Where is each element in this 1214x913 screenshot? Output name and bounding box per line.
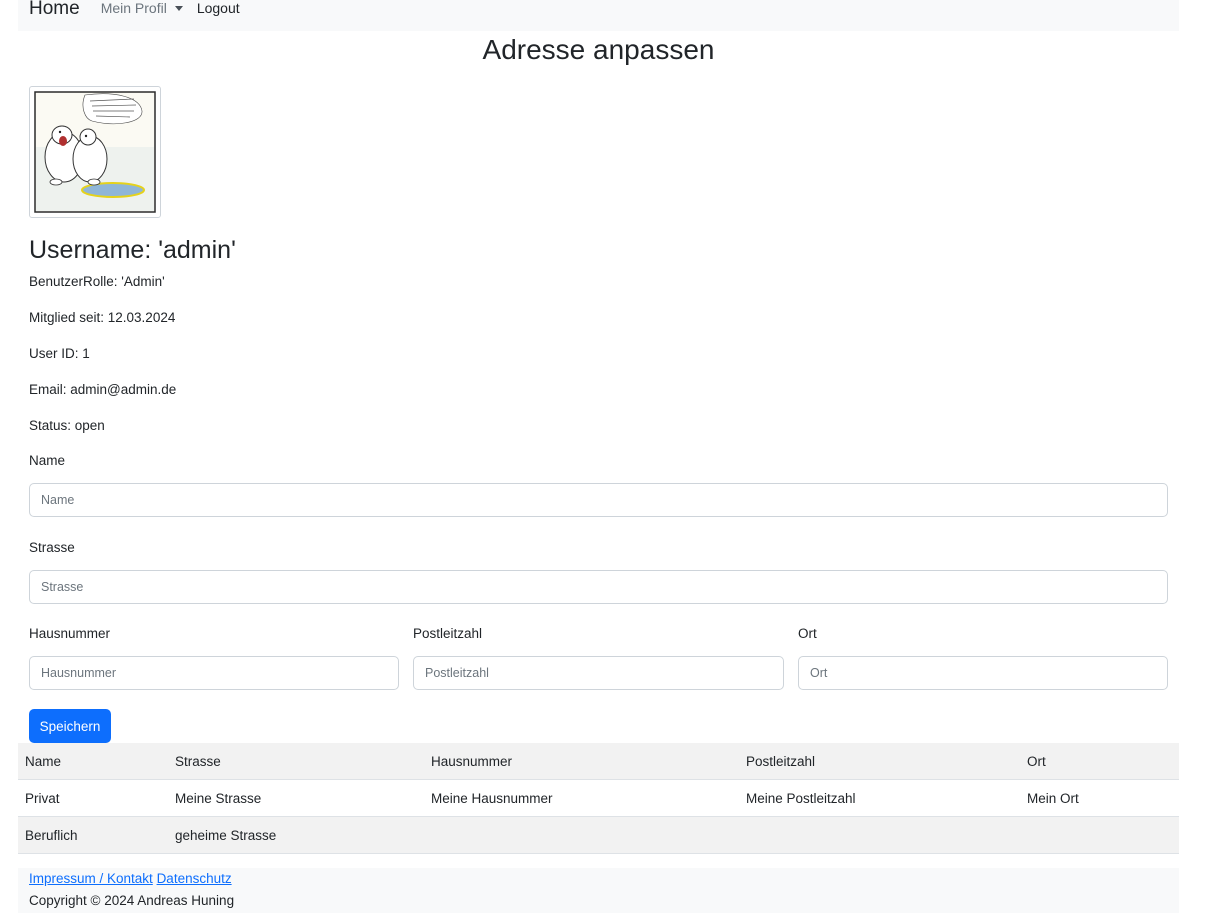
cartoon-image: [34, 91, 156, 213]
footer: Impressum / Kontakt Datenschutz Copyrigh…: [18, 868, 1179, 913]
ort-input[interactable]: [798, 656, 1168, 690]
ort-label: Ort: [798, 626, 817, 641]
column-header: Strasse: [168, 743, 424, 780]
hausnummer-label: Hausnummer: [29, 626, 111, 641]
column-header: Hausnummer: [424, 743, 739, 780]
table-cell: Meine Hausnummer: [424, 779, 739, 817]
table-row: Beruflich geheime Strasse: [18, 816, 1179, 854]
table-cell: Meine Strasse: [168, 779, 424, 817]
user-id: User ID: 1: [29, 346, 90, 361]
postleitzahl-input[interactable]: [413, 656, 784, 690]
table-cell: geheime Strasse: [168, 816, 424, 854]
postleitzahl-label: Postleitzahl: [413, 626, 483, 641]
profile-dropdown[interactable]: Mein Profil: [101, 0, 183, 16]
footer-links: Impressum / Kontakt Datenschutz: [29, 871, 232, 886]
table-cell: [424, 816, 739, 854]
table-cell: Mein Ort: [1020, 779, 1179, 817]
table-row: Privat Meine Strasse Meine Hausnummer Me…: [18, 779, 1179, 817]
column-header: Name: [18, 743, 168, 780]
copyright-text: Copyright © 2024 Andreas Huning: [29, 893, 235, 908]
save-button[interactable]: Speichern: [29, 709, 111, 743]
user-status: Status: open: [29, 418, 105, 433]
member-since: Mitglied seit: 12.03.2024: [29, 310, 176, 325]
table-cell: Meine Postleitzahl: [739, 779, 1020, 817]
address-table: Name Strasse Hausnummer Postleitzahl Ort…: [18, 743, 1179, 854]
table-header-row: Name Strasse Hausnummer Postleitzahl Ort: [18, 743, 1179, 780]
navbar: Home Mein Profil Logout: [18, 0, 1179, 31]
user-email: Email: admin@admin.de: [29, 382, 177, 397]
impressum-link[interactable]: Impressum / Kontakt: [29, 871, 153, 886]
user-role: BenutzerRolle: 'Admin': [29, 274, 165, 289]
page-title: Adresse anpassen: [482, 34, 715, 65]
column-header: Ort: [1020, 743, 1179, 780]
strasse-input[interactable]: [29, 570, 1168, 604]
hausnummer-input[interactable]: [29, 656, 399, 690]
table-cell: [1020, 816, 1179, 854]
username-heading: Username: 'admin': [29, 236, 236, 264]
profile-dropdown-label: Mein Profil: [100, 0, 167, 16]
logout-link[interactable]: Logout: [197, 0, 240, 16]
datenschutz-link[interactable]: Datenschutz: [157, 871, 232, 886]
caret-down-icon: [174, 5, 183, 11]
table-cell: [739, 816, 1020, 854]
name-label: Name: [29, 453, 66, 468]
name-input[interactable]: [29, 483, 1168, 517]
table-cell: Privat: [18, 779, 168, 817]
table-cell: Beruflich: [18, 816, 168, 854]
column-header: Postleitzahl: [739, 743, 1020, 780]
home-link[interactable]: Home: [29, 0, 80, 20]
profile-picture: [29, 86, 161, 218]
strasse-label: Strasse: [29, 540, 75, 555]
